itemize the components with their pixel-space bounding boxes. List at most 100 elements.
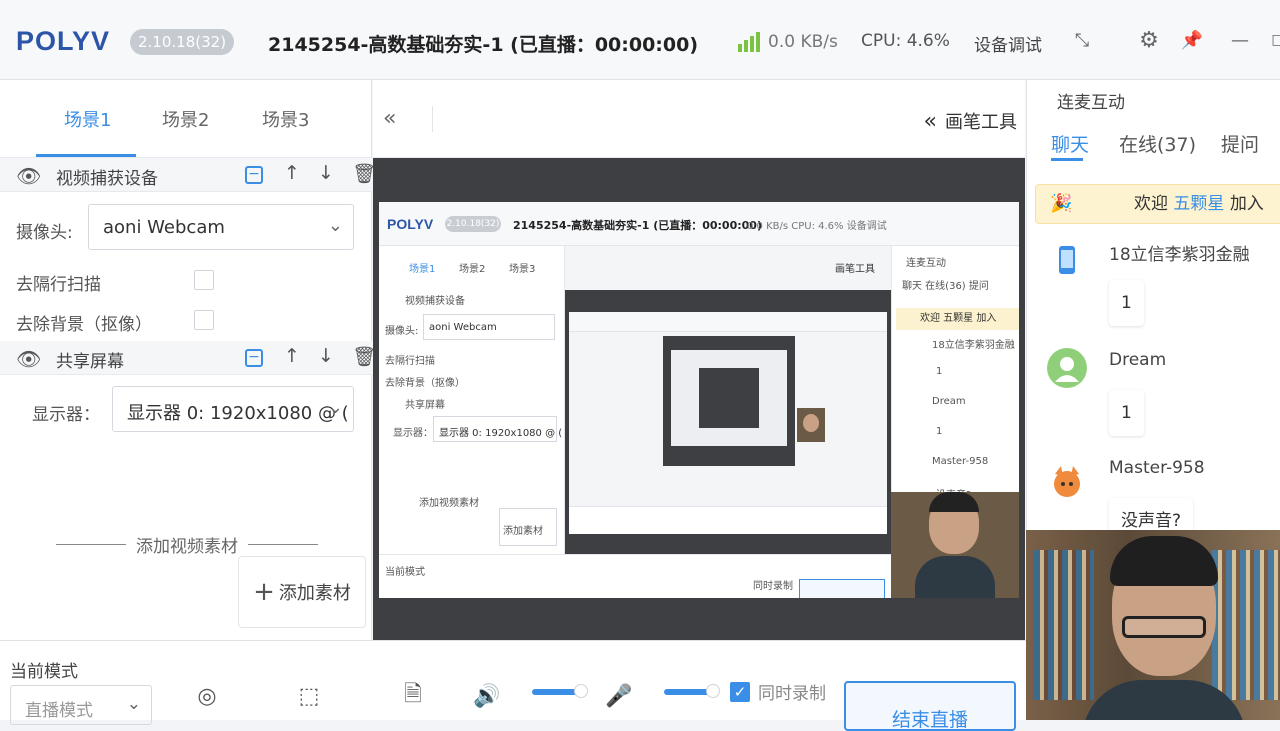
source-name: 共享屏幕 [56,352,124,372]
preview-label: 去隔行扫描 [385,356,435,367]
eye-icon[interactable]: 👁 [16,164,41,188]
preview-msg: 1 [936,426,943,437]
live-canvas[interactable]: POLYV 2.10.18(32) 2145254-高数基础夯实-1 (已直播：… [373,158,1025,640]
scene-panel: 场景1 场景2 场景3 👁 视频捕获设备 − ↑ ↓ 🗑 摄像头: aoni W… [0,80,376,640]
camera-value: aoni Webcam [103,217,225,238]
move-up-icon[interactable]: ↑ [284,162,300,184]
speaker-volume-slider[interactable] [532,684,588,698]
checkbox-checked-icon[interactable]: ✓ [730,681,750,702]
fox-avatar-icon [1047,462,1087,502]
preview-msg-name: 18立信李紫羽金融 [932,340,1015,351]
preview-bottom-bar: 当前模式 同时录制 [379,554,891,598]
end-live-button[interactable]: 结束直播 [844,681,1016,731]
display-label: 显示器： [32,405,100,425]
pin-icon[interactable]: 📌 [1180,28,1204,52]
mode-select[interactable]: 直播模式 ⌄ [10,685,152,725]
device-test-button[interactable]: 设备调试 [974,31,1042,56]
camera-select[interactable]: aoni Webcam ⌄ [88,204,354,250]
active-tab-indicator [1051,158,1083,161]
preview-status: 0.0 KB/s CPU: 4.6% 设备调试 [747,221,887,232]
live-title: 2145254-高数基础夯实-1 (已直播：00:00:00) [268,34,699,56]
preview-msg: 1 [936,366,943,377]
preview-pen: 画笔工具 [835,264,875,275]
speaker-icon[interactable]: 🔊 [472,681,502,711]
cpu-usage: CPU: 4.6% [861,31,950,51]
collapse-source-icon[interactable]: − [245,166,263,184]
preview-label: 去除背景（抠像） [385,378,465,389]
active-tab-indicator [36,154,136,157]
move-up-icon[interactable]: ↑ [284,345,300,367]
preview-chat-tabs: 聊天 在线(36) 提问 [902,281,989,292]
move-down-icon[interactable]: ↓ [318,162,334,184]
camera-label: 摄像头: [16,223,73,243]
gear-icon[interactable]: ⚙ [1137,28,1161,53]
pen-tools-button[interactable]: « 画笔工具 [924,108,1017,134]
welcome-notice: 🎉 欢迎 五颗星 加入 [1035,184,1280,224]
tab-scene-3[interactable]: 场景3 [262,106,309,132]
preview-label: 添加素材 [503,526,543,537]
collapse-left-icon[interactable]: « [383,106,396,131]
preview-webcam [891,492,1019,598]
message-author: 18立信李紫羽金融 [1109,245,1250,265]
divider [432,106,433,132]
microphone-icon[interactable]: 🎤 [604,681,634,711]
mode-value: 直播模式 [25,701,93,721]
document-icon[interactable]: 🗎 [398,681,428,711]
collapse-source-icon[interactable]: − [245,349,263,367]
preview-title-bar: POLYV 2.10.18(32) 2145254-高数基础夯实-1 (已直播：… [379,202,1019,246]
preview-label: 添加视频素材 [419,498,479,509]
welcome-user: 五颗星 [1173,194,1225,214]
preview-msg-name: Dream [932,396,966,407]
deinterlace-label: 去隔行扫描 [16,275,101,295]
chevron-down-icon: ⌄ [327,215,343,236]
move-down-icon[interactable]: ↓ [318,345,334,367]
message-text: 1 [1109,280,1144,326]
scene-tabs: 场景1 场景2 场景3 [0,80,372,158]
preview-chat-header: 连麦互动 [906,258,946,269]
tab-scene-1[interactable]: 场景1 [64,106,111,132]
preview-mode: 当前模式 [385,567,425,578]
canvas-toolbar: « « 画笔工具 [373,80,1025,158]
bottom-control-bar: 当前模式 直播模式 ⌄ ◎ ⬚ 🗎 🔊 🎤 ✓ 同时录制 结束直播 [0,640,1026,731]
message-text: 1 [1109,390,1144,436]
preview-source: 共享屏幕 [405,400,445,411]
preview-tab: 场景1 [409,264,436,275]
current-mode-label: 当前模式 [10,662,78,682]
preview-title: 2145254-高数基础夯实-1 (已直播：00:00:00) [513,219,762,232]
add-source-button[interactable]: + 添加素材 [238,556,366,628]
tab-questions[interactable]: 提问 [1221,130,1259,157]
message-author: Master-958 [1109,458,1205,478]
camera-icon[interactable]: ◎ [192,681,222,711]
sync-record-toggle[interactable]: ✓ 同时录制 [730,679,826,704]
deinterlace-checkbox[interactable] [194,270,214,290]
preview-label: 显示器： [393,428,433,439]
tab-chat[interactable]: 聊天 [1051,130,1089,157]
preview-source: 视频捕获设备 [405,296,465,307]
screen-select-icon[interactable]: ⬚ [294,681,324,711]
eye-icon[interactable]: 👁 [16,347,41,371]
mic-volume-slider[interactable] [664,684,720,698]
preview-welcome: 欢迎 五颗星 加入 [896,308,1019,330]
preview-label: 摄像头: [385,326,419,337]
source-header-screen: 👁 共享屏幕 − ↑ ↓ 🗑 [0,341,376,375]
remove-bg-checkbox[interactable] [194,310,214,330]
title-bar: POLYV 2.10.18(32) 2145254-高数基础夯实-1 (已直播：… [0,0,1280,80]
preview-value: 显示器 0: 1920x1080 @ ( [439,428,563,439]
tab-online[interactable]: 在线(37) [1119,130,1196,157]
preview-left-panel: 场景1 场景2 场景3 视频捕获设备 摄像头: aoni Webcam 去隔行扫… [379,246,565,598]
source-header-video: 👁 视频捕获设备 − ↑ ↓ 🗑 [0,158,376,192]
source-name: 视频捕获设备 [56,169,158,189]
preview-msg-name: Master-958 [932,456,989,467]
collapse-icon[interactable]: ⤡ [1070,28,1094,52]
plus-icon: + [253,577,275,607]
tab-scene-2[interactable]: 场景2 [162,106,209,132]
chevron-down-icon: ⌄ [126,694,141,714]
maximize-icon[interactable]: □ [1266,28,1280,52]
message-author: Dream [1109,350,1167,370]
display-select[interactable]: 显示器 0: 1920x1080 @ ( ⌄ [112,386,354,432]
remove-bg-label: 去除背景（抠像） [16,315,152,335]
network-status: 0.0 KB/s [738,29,838,55]
user-avatar-icon [1047,348,1087,388]
minimize-icon[interactable]: — [1228,28,1252,52]
version-badge: 2.10.18(32) [130,29,235,55]
